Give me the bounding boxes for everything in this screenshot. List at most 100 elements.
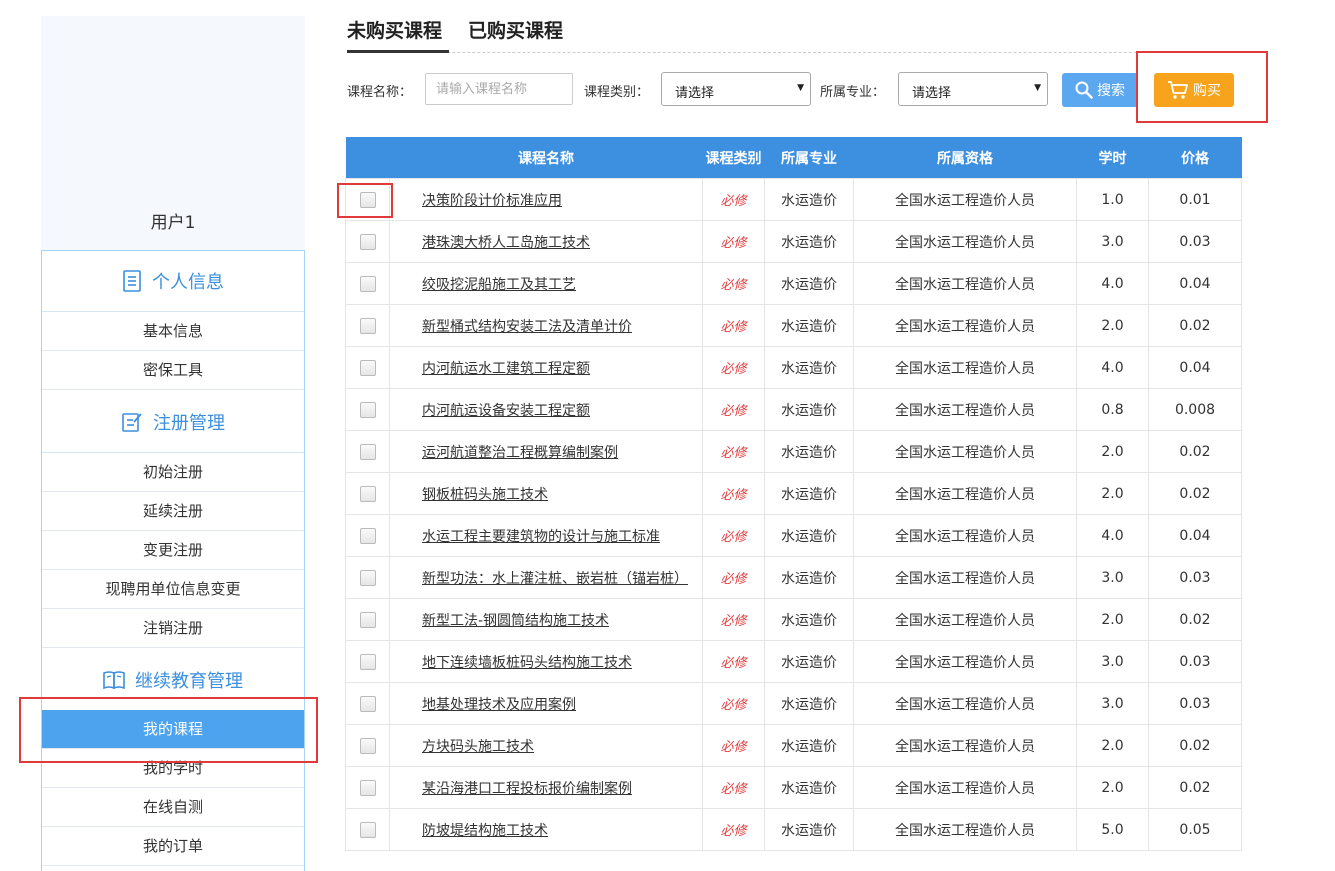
course-name-cell: 方块码头施工技术 [389, 724, 703, 767]
sidebar-item-renewal-registration[interactable]: 延续注册 [42, 492, 304, 531]
course-name-link[interactable]: 地下连续墙板桩码头结构施工技术 [422, 655, 632, 671]
row-checkbox[interactable] [359, 695, 376, 712]
course-category-select[interactable]: 请选择 ▼ [661, 72, 811, 106]
table-row: 水运工程主要建筑物的设计与施工标准 必修 水运造价 全国水运工程造价人员 4.0 0.04 [345, 514, 1242, 557]
course-name-cell: 绞吸挖泥船施工及其工艺 [389, 262, 703, 305]
course-name-cell: 新型桶式结构安装工法及清单计价 [389, 304, 703, 347]
course-name-link[interactable]: 水运工程主要建筑物的设计与施工标准 [422, 529, 660, 545]
row-checkbox[interactable] [359, 527, 376, 544]
row-checkbox[interactable] [359, 821, 376, 838]
course-price-cell: 0.03 [1148, 640, 1242, 683]
course-hours-cell: 1.0 [1076, 178, 1149, 221]
table-row: 防坡堤结构施工技术 必修 水运造价 全国水运工程造价人员 5.0 0.05 [345, 808, 1242, 851]
tab-purchased[interactable]: 已购买课程 [468, 16, 563, 43]
row-checkbox-cell [345, 808, 390, 851]
dropdown-arrow-icon: ▼ [797, 83, 804, 93]
row-checkbox[interactable] [359, 779, 376, 796]
course-name-input[interactable] [425, 73, 573, 105]
course-name-cell: 内河航运设备安装工程定额 [389, 388, 703, 431]
course-category-cell: 必修 [702, 808, 765, 851]
row-checkbox[interactable] [359, 569, 376, 586]
row-checkbox[interactable] [359, 233, 376, 250]
course-name-link[interactable]: 新型工法-钢圆筒结构施工技术 [422, 613, 609, 629]
course-name-link[interactable]: 方块码头施工技术 [422, 739, 534, 755]
course-name-cell: 决策阶段计价标准应用 [389, 178, 703, 221]
course-major-cell: 水运造价 [764, 766, 854, 809]
highlight-buy-button [1136, 51, 1268, 123]
course-name-link[interactable]: 新型桶式结构安装工法及清单计价 [422, 319, 632, 335]
course-qualification-cell: 全国水运工程造价人员 [853, 388, 1077, 431]
row-checkbox[interactable] [359, 317, 376, 334]
major-select[interactable]: 请选择 ▼ [898, 72, 1048, 106]
course-category-cell: 必修 [702, 388, 765, 431]
course-name-link[interactable]: 防坡堤结构施工技术 [422, 823, 548, 839]
sidebar-item-initial-registration[interactable]: 初始注册 [42, 453, 304, 492]
table-row: 内河航运设备安装工程定额 必修 水运造价 全国水运工程造价人员 0.8 0.008 [345, 388, 1242, 431]
sidebar-item-security-tools[interactable]: 密保工具 [42, 351, 304, 390]
course-major-cell: 水运造价 [764, 178, 854, 221]
major-label: 所属专业： [820, 85, 886, 100]
sidebar-item-online-test[interactable]: 在线自测 [42, 788, 304, 827]
course-name-link[interactable]: 运河航道整治工程概算编制案例 [422, 445, 618, 461]
header-category: 课程类别 [702, 137, 765, 179]
course-qualification-cell: 全国水运工程造价人员 [853, 304, 1077, 347]
course-name-link[interactable]: 内河航运设备安装工程定额 [422, 403, 590, 419]
header-checkbox [345, 137, 390, 179]
tab-not-purchased[interactable]: 未购买课程 [347, 16, 442, 43]
course-name-link[interactable]: 某沿海港口工程投标报价编制案例 [422, 781, 632, 797]
table-row: 地基处理技术及应用案例 必修 水运造价 全国水运工程造价人员 3.0 0.03 [345, 682, 1242, 725]
course-hours-cell: 4.0 [1076, 262, 1149, 305]
course-name-cell: 运河航道整治工程概算编制案例 [389, 430, 703, 473]
row-checkbox[interactable] [359, 653, 376, 670]
section-label: 个人信息 [152, 272, 224, 293]
course-hours-cell: 0.8 [1076, 388, 1149, 431]
course-major-cell: 水运造价 [764, 430, 854, 473]
row-checkbox[interactable] [359, 611, 376, 628]
course-category-cell: 必修 [702, 220, 765, 263]
section-label: 继续教育管理 [135, 671, 243, 692]
course-category-cell: 必修 [702, 472, 765, 515]
course-major-cell: 水运造价 [764, 724, 854, 767]
row-checkbox[interactable] [359, 485, 376, 502]
section-registration: 注册管理 [42, 392, 304, 453]
row-checkbox[interactable] [359, 359, 376, 376]
course-name-link[interactable]: 绞吸挖泥船施工及其工艺 [422, 277, 576, 293]
course-major-cell: 水运造价 [764, 388, 854, 431]
course-price-cell: 0.02 [1148, 430, 1242, 473]
row-checkbox[interactable] [359, 443, 376, 460]
table-row: 方块码头施工技术 必修 水运造价 全国水运工程造价人员 2.0 0.02 [345, 724, 1242, 767]
course-hours-cell: 3.0 [1076, 220, 1149, 263]
sidebar-item-basic-info[interactable]: 基本信息 [42, 312, 304, 351]
sidebar-item-employer-change[interactable]: 现聘用单位信息变更 [42, 570, 304, 609]
row-checkbox[interactable] [359, 275, 376, 292]
row-checkbox[interactable] [359, 737, 376, 754]
course-category-label: 课程类别： [584, 85, 650, 100]
course-qualification-cell: 全国水运工程造价人员 [853, 472, 1077, 515]
row-checkbox-cell [345, 346, 390, 389]
course-name-link[interactable]: 内河航运水工建筑工程定额 [422, 361, 590, 377]
course-category-cell: 必修 [702, 430, 765, 473]
sidebar-item-cancel-registration[interactable]: 注销注册 [42, 609, 304, 648]
course-name-link[interactable]: 新型功法：水上灌注桩、嵌岩桩（锚岩桩） [422, 571, 688, 587]
course-name-link[interactable]: 地基处理技术及应用案例 [422, 697, 576, 713]
course-major-cell: 水运造价 [764, 556, 854, 599]
course-category-cell: 必修 [702, 682, 765, 725]
course-name-link[interactable]: 钢板桩码头施工技术 [422, 487, 548, 503]
sidebar-item-change-registration[interactable]: 变更注册 [42, 531, 304, 570]
sidebar-item-my-orders[interactable]: 我的订单 [42, 827, 304, 866]
course-hours-cell: 2.0 [1076, 472, 1149, 515]
course-name-link[interactable]: 港珠澳大桥人工岛施工技术 [422, 235, 590, 251]
course-hours-cell: 2.0 [1076, 724, 1149, 767]
course-price-cell: 0.008 [1148, 388, 1242, 431]
row-checkbox-cell [345, 556, 390, 599]
row-checkbox-cell [345, 472, 390, 515]
course-hours-cell: 2.0 [1076, 766, 1149, 809]
row-checkbox[interactable] [359, 401, 376, 418]
course-name-link[interactable]: 决策阶段计价标准应用 [422, 193, 562, 209]
course-price-cell: 0.04 [1148, 514, 1242, 557]
search-button[interactable]: 搜索 [1062, 73, 1138, 107]
dropdown-arrow-icon: ▼ [1034, 83, 1041, 93]
course-hours-cell: 4.0 [1076, 514, 1149, 557]
course-category-cell: 必修 [702, 724, 765, 767]
course-price-cell: 0.04 [1148, 262, 1242, 305]
